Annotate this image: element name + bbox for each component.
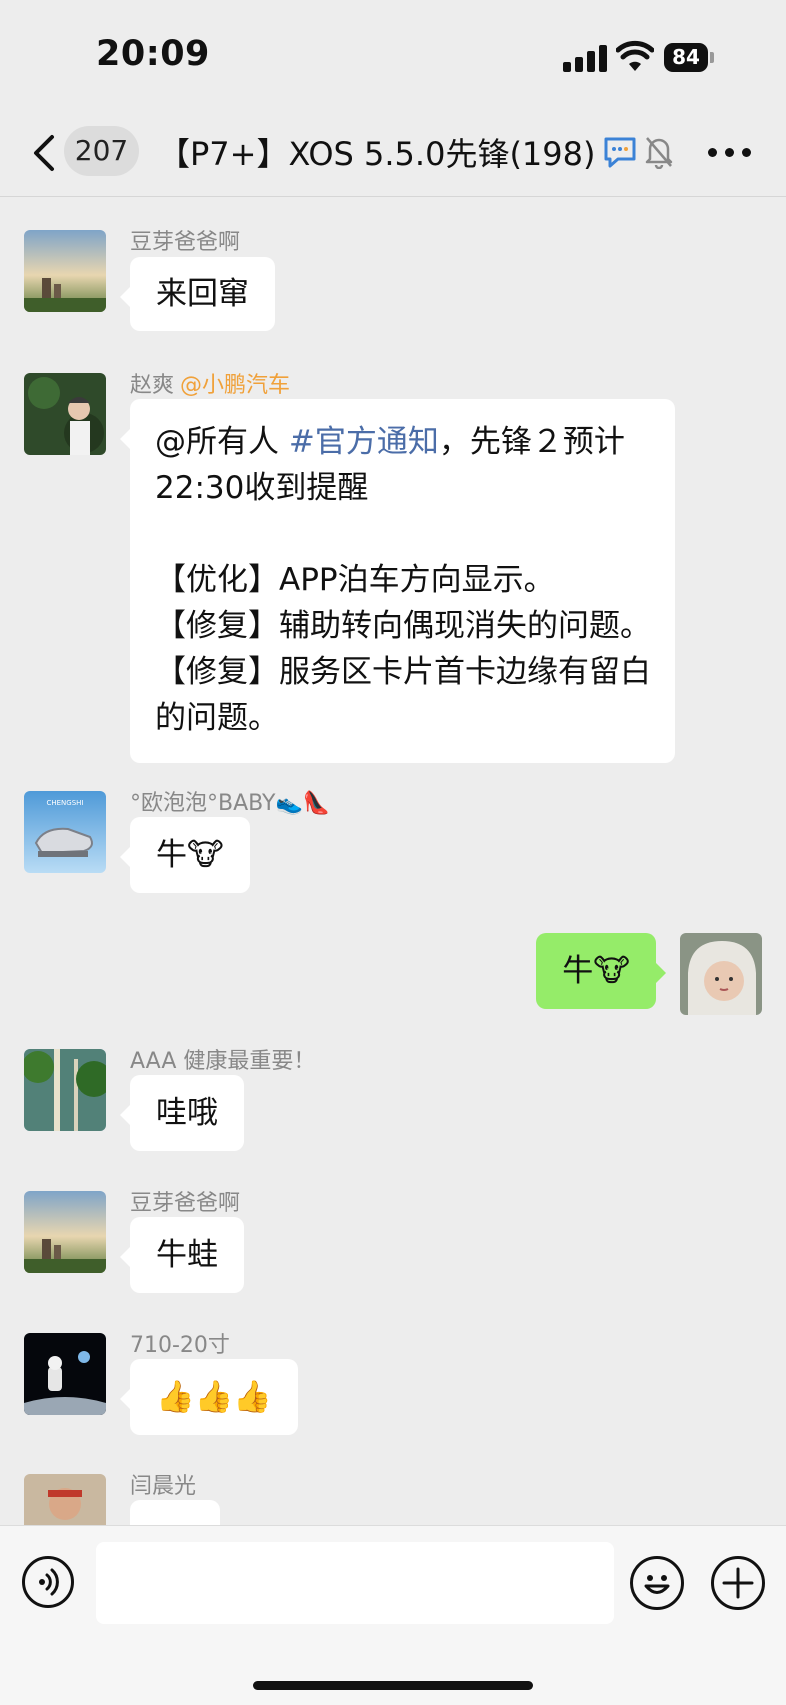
man-avatar[interactable] <box>24 1474 106 1525</box>
chat-title[interactable]: 【P7+】XOS 5.5.0先锋(198) <box>158 129 602 175</box>
mute-bell-icon <box>645 137 673 169</box>
plus-icon[interactable] <box>711 1556 765 1610</box>
mention-all[interactable]: @所有人 <box>155 424 289 460</box>
sender-name-text: 赵爽 <box>130 373 175 398</box>
sender-name: 赵爽 @小鹏汽车 <box>130 367 290 399</box>
hashtag-link[interactable]: #官方通知 <box>289 424 439 460</box>
forest-avatar[interactable] <box>24 1049 106 1131</box>
building-sunset-avatar[interactable] <box>24 230 106 312</box>
voice-icon[interactable] <box>22 1556 74 1608</box>
status-bar: 20:09 84 <box>0 0 786 110</box>
wifi-icon <box>616 40 654 71</box>
unread-count-badge[interactable]: 207 <box>64 126 139 176</box>
sender-name: AAA 健康最重要！ <box>130 1049 316 1074</box>
message-paragraph: 【优化】APP泊车方向显示。 <box>155 562 555 598</box>
building-sunset-avatar[interactable] <box>24 1191 106 1273</box>
sender-tag: @小鹏汽车 <box>180 373 291 398</box>
sender-name: 豆芽爸爸啊 <box>130 1191 241 1216</box>
astronaut-avatar[interactable] <box>24 1333 106 1415</box>
message-bubble[interactable]: @所有人 #官方通知，先锋２预计22:30收到提醒 【优化】APP泊车方向显示。… <box>120 399 675 763</box>
message-bubble[interactable]: 牛蛙 <box>120 1217 244 1293</box>
svg-text:CHENGSHI: CHENGSHI <box>46 799 83 807</box>
more-icon[interactable] <box>708 148 752 158</box>
cellular-signal-icon <box>563 44 609 72</box>
emoji-icon[interactable] <box>630 1556 684 1610</box>
woman-forest-avatar[interactable] <box>24 373 106 455</box>
message-bubble[interactable]: 👍👍👍 <box>120 1359 298 1435</box>
my-message-bubble[interactable]: 牛🐮 <box>536 933 666 1009</box>
message-paragraph: 【修复】服务区卡片首卡边缘有留白的问题。 <box>155 654 651 736</box>
message-input[interactable] <box>96 1542 614 1624</box>
home-indicator <box>253 1681 533 1690</box>
message-list[interactable]: 豆芽爸爸啊 来回窜 赵爽 @小鹏汽车 @所有人 #官方通知，先锋２预计22:30收… <box>0 197 786 1525</box>
message-bubble[interactable] <box>130 1500 220 1525</box>
message-paragraph: 【修复】辅助转向偶现消失的问题。 <box>155 608 651 644</box>
sender-name: °欧泡泡°BABY👟👠 <box>130 791 331 816</box>
input-bar <box>0 1525 786 1705</box>
sender-name: 710-20寸 <box>130 1333 230 1358</box>
chat-bubble-icon <box>604 137 636 168</box>
sender-name: 闫晨光 <box>130 1474 197 1499</box>
battery-level: 84 <box>664 43 708 72</box>
baby-avatar[interactable] <box>680 933 762 1015</box>
chat-header: 207 【P7+】XOS 5.5.0先锋(198) <box>0 110 786 197</box>
message-bubble[interactable]: 哇哦 <box>120 1075 244 1151</box>
back-icon[interactable] <box>30 134 58 172</box>
battery-icon: 84 <box>664 43 714 72</box>
message-bubble[interactable]: 牛🐮 <box>120 817 250 893</box>
status-time: 20:09 <box>96 34 210 74</box>
message-bubble[interactable]: 来回窜 <box>120 257 275 331</box>
sneaker-avatar[interactable]: CHENGSHI <box>24 791 106 873</box>
sender-name: 豆芽爸爸啊 <box>130 230 241 255</box>
